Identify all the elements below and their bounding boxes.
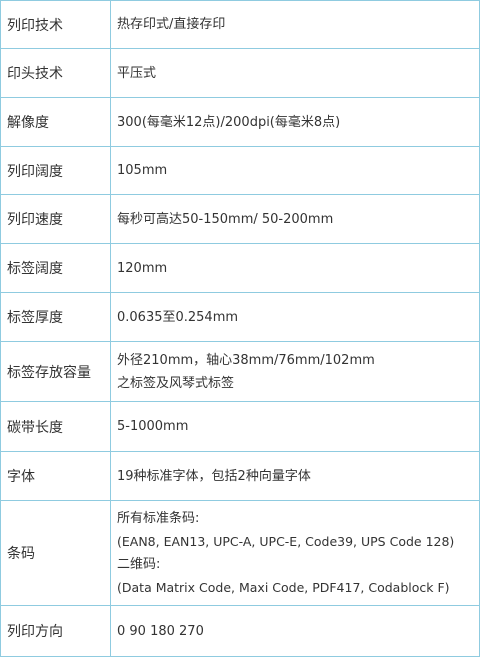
value-line: 外径210mm，轴心38mm/76mm/102mm <box>117 352 375 368</box>
table-row: 列印速度 每秒可高达50-150mm/ 50-200mm <box>0 194 480 244</box>
row-label: 列印方向 <box>0 605 111 657</box>
row-label: 条码 <box>0 500 111 606</box>
table-row: 列印阔度 105mm <box>0 146 480 195</box>
value-line: (EAN8, EAN13, UPC-A, UPC-E, Code39, UPS … <box>117 534 455 549</box>
row-label: 印头技术 <box>0 48 111 98</box>
value-line: (Data Matrix Code, Maxi Code, PDF417, Co… <box>117 580 450 595</box>
row-value: 19种标准字体，包括2种向量字体 <box>110 451 480 501</box>
row-value: 120mm <box>110 243 480 293</box>
row-value: 300(每毫米12点)/200dpi(每毫米8点) <box>110 97 480 147</box>
row-label: 字体 <box>0 451 111 501</box>
row-value: 0 90 180 270 <box>110 605 480 657</box>
row-label: 列印阔度 <box>0 146 111 195</box>
table-row: 印头技术 平压式 <box>0 48 480 98</box>
row-label: 列印技术 <box>0 0 111 49</box>
row-value: 外径210mm，轴心38mm/76mm/102mm 之标签及风琴式标签 <box>110 341 480 402</box>
row-value: 每秒可高达50-150mm/ 50-200mm <box>110 194 480 244</box>
table-row: 碳带长度 5-1000mm <box>0 401 480 452</box>
row-label: 碳带长度 <box>0 401 111 452</box>
row-value: 所有标准条码: (EAN8, EAN13, UPC-A, UPC-E, Code… <box>110 500 480 606</box>
row-value: 105mm <box>110 146 480 195</box>
table-row: 列印技术 热存印式/直接存印 <box>0 0 480 49</box>
table-row: 标签阔度 120mm <box>0 243 480 293</box>
value-line: 所有标准条码: <box>117 511 200 526</box>
row-label: 标签阔度 <box>0 243 111 293</box>
table-row: 解像度 300(每毫米12点)/200dpi(每毫米8点) <box>0 97 480 147</box>
row-value: 热存印式/直接存印 <box>110 0 480 49</box>
row-label: 标签存放容量 <box>0 341 111 402</box>
spec-table: 列印技术 热存印式/直接存印 印头技术 平压式 解像度 300(每毫米12点)/… <box>0 0 480 657</box>
row-label: 解像度 <box>0 97 111 147</box>
row-label: 标签厚度 <box>0 292 111 342</box>
table-row: 字体 19种标准字体，包括2种向量字体 <box>0 451 480 501</box>
value-line: 二维码: <box>117 557 161 572</box>
row-value: 0.0635至0.254mm <box>110 292 480 342</box>
value-line: 之标签及风琴式标签 <box>117 375 235 391</box>
table-row: 标签厚度 0.0635至0.254mm <box>0 292 480 342</box>
table-row: 条码 所有标准条码: (EAN8, EAN13, UPC-A, UPC-E, C… <box>0 500 480 606</box>
row-value: 平压式 <box>110 48 480 98</box>
row-value: 5-1000mm <box>110 401 480 452</box>
row-label: 列印速度 <box>0 194 111 244</box>
table-row: 标签存放容量 外径210mm，轴心38mm/76mm/102mm 之标签及风琴式… <box>0 341 480 402</box>
table-row: 列印方向 0 90 180 270 <box>0 605 480 657</box>
